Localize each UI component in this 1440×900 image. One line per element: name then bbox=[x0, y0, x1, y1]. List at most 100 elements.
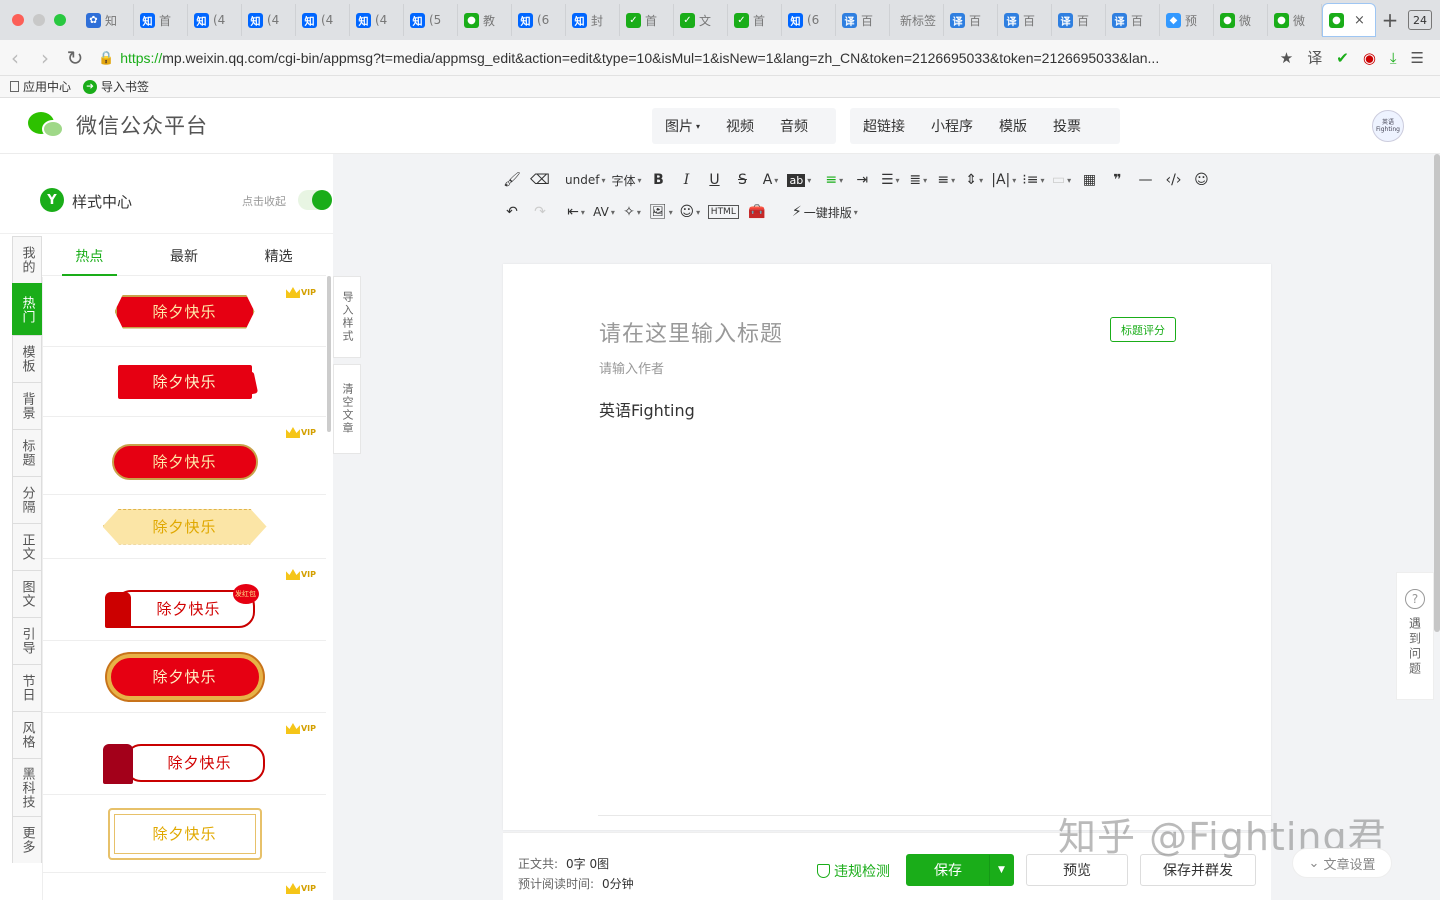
paragraph-spacing-after-icon[interactable]: ≡ ▾ bbox=[932, 166, 960, 194]
page-scrollbar[interactable] bbox=[1434, 154, 1440, 632]
browser-tab[interactable]: 知 (4 bbox=[350, 4, 404, 36]
text-spacing-icon[interactable]: AV ▾ bbox=[590, 198, 618, 226]
redo-icon[interactable]: ↷ bbox=[526, 198, 554, 226]
strikethrough-icon[interactable]: S bbox=[728, 166, 756, 194]
browser-tab[interactable]: 知 (4 bbox=[188, 4, 242, 36]
undo-icon[interactable]: ↶ bbox=[498, 198, 526, 226]
style-item[interactable]: 除夕快乐 bbox=[43, 347, 326, 417]
category-tab[interactable]: 热门 bbox=[12, 283, 42, 335]
style-item[interactable]: VIP bbox=[43, 873, 326, 900]
quote-icon[interactable]: ❞ bbox=[1103, 166, 1131, 194]
browser-tab[interactable]: 知 (4 bbox=[242, 4, 296, 36]
forward-button[interactable]: › bbox=[30, 46, 60, 70]
menu-icon[interactable]: ☰ bbox=[1411, 49, 1424, 67]
wechat-logo[interactable]: 微信公众平台 bbox=[28, 110, 208, 140]
browser-tab[interactable]: 知 (6 bbox=[782, 4, 836, 36]
insert-miniprogram-button[interactable]: 小程序 bbox=[918, 108, 986, 144]
browser-tab[interactable]: ✿ 知 bbox=[80, 4, 134, 36]
align-center-icon[interactable]: ☰ ▾ bbox=[876, 166, 904, 194]
browser-tab[interactable]: 译百 bbox=[998, 4, 1052, 36]
category-tab[interactable]: 图文 bbox=[12, 570, 42, 617]
bold-icon[interactable]: B bbox=[644, 166, 672, 194]
tab-active-wechat[interactable]: ● × bbox=[1322, 3, 1376, 37]
title-input[interactable]: 请在这里输入标题 bbox=[599, 316, 783, 348]
browser-tab[interactable]: 译百 bbox=[944, 4, 998, 36]
format-painter-icon[interactable]: 🖌 bbox=[498, 166, 526, 194]
extension-record-icon[interactable]: ◉ bbox=[1363, 49, 1376, 67]
underline-icon[interactable]: U bbox=[700, 166, 728, 194]
close-window-button[interactable] bbox=[12, 14, 24, 26]
style-item[interactable]: VIP 除夕快乐 发红包 bbox=[43, 559, 326, 641]
list-icon[interactable]: ⁝≡ ▾ bbox=[1019, 166, 1047, 194]
category-tab[interactable]: 背景 bbox=[12, 382, 42, 429]
help-widget[interactable]: ? 遇到问题 bbox=[1396, 572, 1434, 700]
clear-article-button[interactable]: 清空文章 bbox=[333, 364, 361, 454]
style-item[interactable]: 除夕快乐 bbox=[43, 641, 326, 713]
magic-wand-icon[interactable]: ✧ ▾ bbox=[618, 198, 646, 226]
browser-tab[interactable]: 译百 bbox=[1052, 4, 1106, 36]
insert-audio-button[interactable]: 音频 bbox=[767, 108, 821, 144]
emoji-icon[interactable]: ☺ bbox=[1187, 166, 1215, 194]
letter-spacing-icon[interactable]: |A| ▾ bbox=[988, 166, 1019, 194]
bookmark-import[interactable]: ➔ 导入书签 bbox=[83, 78, 149, 95]
url-field[interactable]: 🔒 https://mp.weixin.qq.com/cgi-bin/appms… bbox=[98, 50, 1270, 66]
browser-tab[interactable]: ✓ 文 bbox=[674, 4, 728, 36]
code-icon[interactable]: ‹/› bbox=[1159, 166, 1187, 194]
browser-tab[interactable]: 译百 bbox=[1106, 4, 1160, 36]
category-tab[interactable]: 节日 bbox=[12, 664, 42, 711]
style-tab[interactable]: 热点 bbox=[42, 238, 137, 276]
image-icon[interactable]: 🖼 ▾ bbox=[646, 198, 676, 226]
extension-135-icon[interactable]: ✔ bbox=[1336, 49, 1349, 67]
browser-tab[interactable]: ● 教 bbox=[458, 4, 512, 36]
category-tab[interactable]: 模板 bbox=[12, 335, 42, 382]
toolbox-icon[interactable]: 🧰 bbox=[743, 198, 771, 226]
bookmark-app-center[interactable]: 应用中心 bbox=[10, 78, 71, 95]
article-settings-button[interactable]: ⌄ 文章设置 bbox=[1292, 848, 1392, 878]
browser-tab[interactable]: ✓ 首 bbox=[728, 4, 782, 36]
insert-template-button[interactable]: 模版 bbox=[986, 108, 1040, 144]
save-dropdown-icon[interactable]: ▼ bbox=[989, 855, 1013, 885]
line-height-icon[interactable]: ⇕ ▾ bbox=[960, 166, 988, 194]
browser-tab[interactable]: 知 (5 bbox=[404, 4, 458, 36]
browser-tab[interactable]: 知首 bbox=[134, 4, 188, 36]
category-tab[interactable]: 更多 bbox=[12, 816, 42, 863]
maximize-window-button[interactable] bbox=[54, 14, 66, 26]
violation-check-button[interactable]: 违规检测 bbox=[817, 861, 890, 881]
author-input[interactable]: 请输入作者 bbox=[599, 358, 664, 377]
collapse-toggle[interactable] bbox=[298, 190, 332, 210]
article-content[interactable]: 英语Fighting bbox=[599, 397, 695, 421]
title-score-button[interactable]: 标题评分 bbox=[1110, 317, 1176, 342]
style-item[interactable]: VIP 除夕快乐 bbox=[43, 713, 326, 795]
category-tab[interactable]: 我的 bbox=[12, 236, 42, 283]
minimize-window-button[interactable] bbox=[33, 14, 45, 26]
insert-link-button[interactable]: 超链接 bbox=[850, 108, 918, 144]
back-button[interactable]: ‹ bbox=[0, 46, 30, 70]
preview-button[interactable]: 预览 bbox=[1026, 854, 1128, 886]
style-list-scrollbar[interactable] bbox=[327, 276, 331, 432]
browser-tab[interactable]: 知 (4 bbox=[296, 4, 350, 36]
browser-tab[interactable]: ◆ 预 bbox=[1160, 4, 1214, 36]
first-line-indent-icon[interactable]: ⇤ ▾ bbox=[562, 198, 590, 226]
reload-button[interactable]: ↻ bbox=[60, 46, 90, 70]
new-tab-button[interactable]: + bbox=[1376, 8, 1404, 32]
italic-icon[interactable]: I bbox=[672, 166, 700, 194]
browser-tab[interactable]: ✓ 首 bbox=[620, 4, 674, 36]
one-click-layout-button[interactable]: ⚡ 一键排版 ▾ bbox=[789, 198, 861, 226]
bookmark-star-icon[interactable]: ★ bbox=[1280, 49, 1293, 67]
browser-tab[interactable]: 译百 bbox=[836, 4, 890, 36]
browser-tab[interactable]: 知 (6 bbox=[512, 4, 566, 36]
align-left-icon[interactable]: ≡ ▾ bbox=[820, 166, 848, 194]
insert-image-button[interactable]: 图片 ▾ bbox=[652, 108, 713, 144]
border-icon[interactable]: ▭ ▾ bbox=[1047, 166, 1075, 194]
style-item[interactable]: 除夕快乐 bbox=[43, 795, 326, 873]
font-family-select[interactable]: 字体 ▾ bbox=[608, 166, 644, 194]
category-tab[interactable]: 黑科技 bbox=[12, 758, 42, 816]
divider-icon[interactable]: — bbox=[1131, 166, 1159, 194]
style-tab[interactable]: 精选 bbox=[231, 238, 326, 275]
category-tab[interactable]: 引导 bbox=[12, 617, 42, 664]
style-item[interactable]: VIP 除夕快乐 bbox=[43, 277, 326, 347]
save-button[interactable]: 保存 ▼ bbox=[906, 854, 1014, 886]
style-item[interactable]: 除夕快乐 bbox=[43, 495, 326, 559]
save-and-send-button[interactable]: 保存并群发 bbox=[1140, 854, 1256, 886]
browser-tab[interactable]: 新标签 bbox=[890, 4, 944, 36]
